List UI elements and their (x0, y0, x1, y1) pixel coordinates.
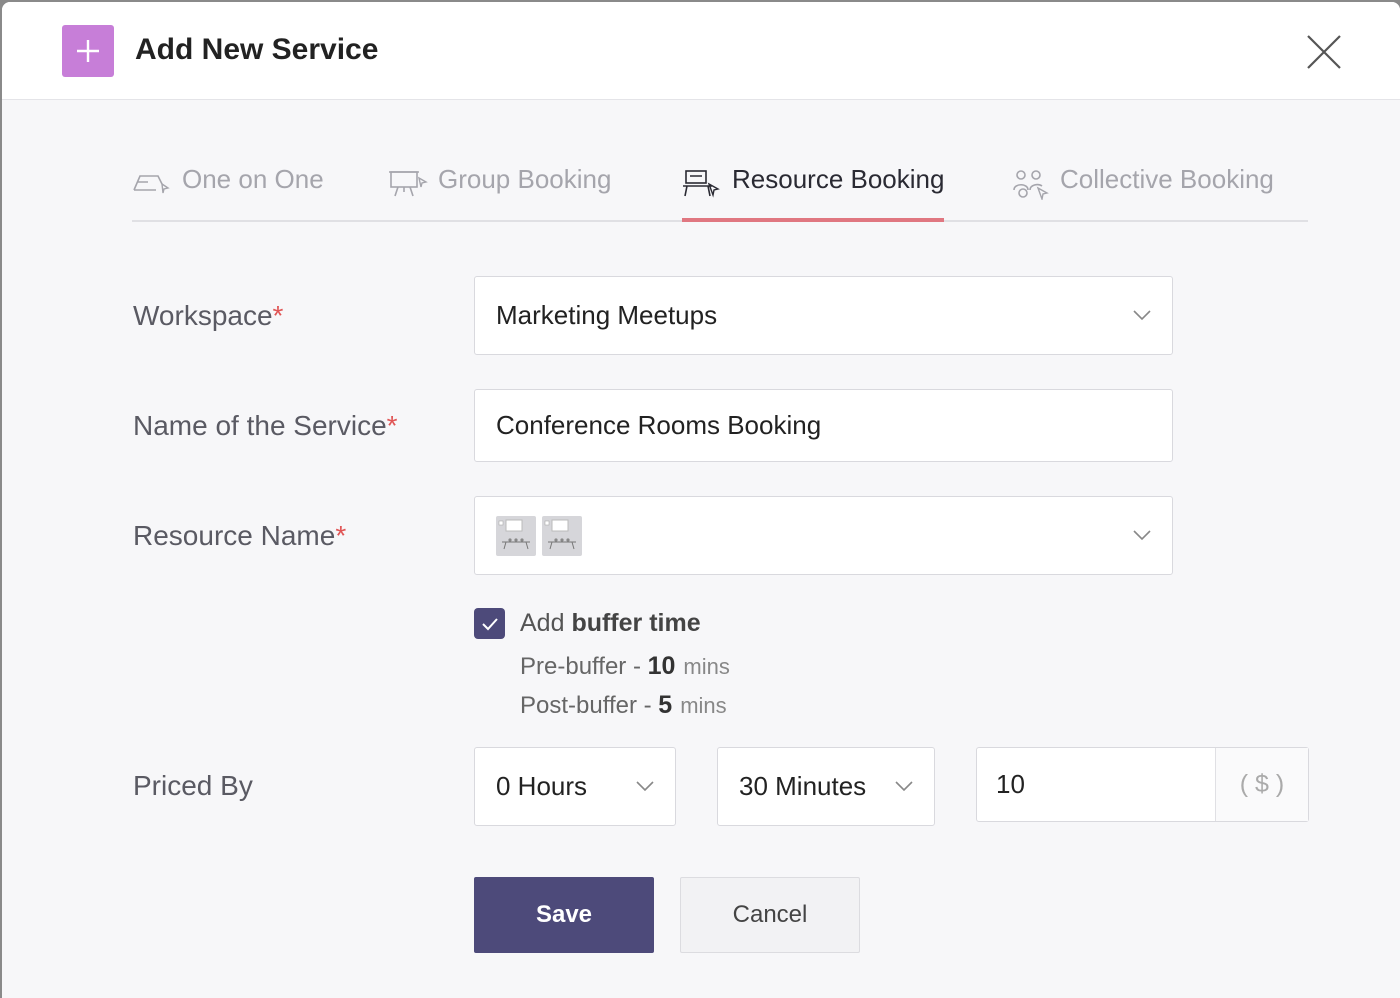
service-name-input[interactable]: Conference Rooms Booking (474, 389, 1173, 462)
buffer-time-checkbox[interactable] (474, 608, 505, 639)
presentation-board-icon (389, 171, 428, 197)
price-field: ( $ ) (976, 747, 1309, 822)
conference-room-thumbnail (496, 515, 536, 556)
minutes-value: 30 Minutes (739, 771, 867, 801)
chevron-down-icon (636, 780, 654, 791)
tab-group-booking[interactable]: Group Booking (388, 164, 611, 222)
price-input[interactable] (977, 748, 1215, 821)
people-group-icon (1013, 170, 1049, 200)
dialog-title: Add New Service (135, 33, 379, 66)
add-service-dialog: Add New Service One on One Group Booking… (2, 2, 1400, 998)
tab-label: One on One (182, 164, 324, 194)
tab-resource-booking[interactable]: Resource Booking (682, 164, 945, 222)
save-button[interactable]: Save (474, 877, 654, 953)
tab-label: Resource Booking (732, 164, 945, 194)
checkmark-icon (481, 617, 498, 630)
currency-label: ( $ ) (1215, 748, 1308, 821)
dialog-header: Add New Service (2, 2, 1400, 100)
booking-type-tabs: One on One Group Booking Resource Bookin… (132, 152, 1308, 222)
workspace-value: Marketing Meetups (496, 300, 718, 330)
pre-buffer-text: Pre-buffer - 10 mins (520, 652, 730, 680)
hours-select[interactable]: 0 Hours (474, 747, 676, 826)
service-name-label: Name of the Service* (133, 410, 398, 441)
post-buffer-text: Post-buffer - 5 mins (520, 691, 727, 719)
buffer-time-label: Add buffer time (520, 609, 701, 637)
conference-room-thumbnail (542, 515, 582, 556)
workspace-select[interactable]: Marketing Meetups (474, 276, 1173, 355)
chevron-down-icon (895, 780, 913, 791)
tab-collective-booking[interactable]: Collective Booking (1012, 164, 1274, 222)
hours-value: 0 Hours (496, 771, 588, 801)
service-name-value: Conference Rooms Booking (496, 410, 822, 440)
chevron-down-icon (1133, 309, 1151, 320)
one-on-one-icon (133, 175, 170, 194)
cancel-button[interactable]: Cancel (680, 877, 860, 953)
tab-label: Group Booking (438, 164, 612, 194)
minutes-select[interactable]: 30 Minutes (717, 747, 935, 826)
close-icon[interactable] (1304, 32, 1344, 72)
resource-name-label: Resource Name* (133, 520, 347, 551)
workspace-label: Workspace* (133, 300, 284, 331)
tab-label: Collective Booking (1060, 164, 1274, 194)
chevron-down-icon (1133, 529, 1151, 540)
tab-one-on-one[interactable]: One on One (132, 164, 324, 222)
resource-name-select[interactable] (474, 496, 1173, 575)
plus-icon (62, 25, 114, 77)
priced-by-label: Priced By (133, 770, 253, 801)
resource-desk-icon (683, 170, 720, 198)
